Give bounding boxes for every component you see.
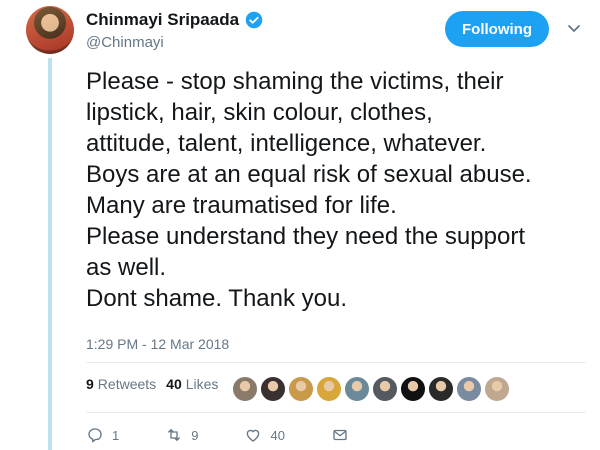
liker-avatar[interactable] [456, 376, 482, 402]
user-handle[interactable]: @Chinmayi [86, 34, 164, 51]
liker-avatar[interactable] [260, 376, 286, 402]
retweet-count: 9 [191, 427, 199, 443]
verified-badge-icon [245, 11, 263, 29]
display-name[interactable]: Chinmayi Sripaada [86, 10, 239, 30]
tweet-timestamp[interactable]: 1:29 PM - 12 Mar 2018 [86, 336, 229, 352]
divider [86, 412, 586, 413]
retweets-label: Retweets [97, 376, 157, 392]
liker-avatar[interactable] [344, 376, 370, 402]
retweets-stat[interactable]: 9 Retweets [86, 376, 156, 392]
likes-count: 40 [166, 376, 182, 392]
divider [86, 362, 586, 363]
retweet-icon [168, 429, 181, 441]
direct-message-button[interactable] [331, 426, 349, 444]
likes-stat[interactable]: 40 Likes [166, 376, 218, 392]
thread-line [48, 58, 52, 450]
tweet-stats: 9 Retweets 40 Likes [86, 376, 228, 392]
reply-icon [88, 428, 102, 443]
liker-avatar[interactable] [232, 376, 258, 402]
retweet-button[interactable]: 9 [165, 426, 198, 444]
liker-avatar[interactable] [288, 376, 314, 402]
envelope-icon [333, 429, 347, 441]
reply-count: 1 [112, 427, 120, 443]
chevron-down-icon[interactable] [566, 20, 582, 36]
retweets-count: 9 [86, 376, 94, 392]
heart-icon [247, 429, 260, 442]
likes-label: Likes [185, 376, 219, 392]
like-count: 40 [270, 427, 285, 443]
liker-avatar[interactable] [372, 376, 398, 402]
following-button[interactable]: Following [445, 11, 549, 47]
liker-avatar[interactable] [316, 376, 342, 402]
liker-avatar[interactable] [484, 376, 510, 402]
reply-button[interactable]: 1 [86, 426, 119, 444]
tweet-actions: 1 9 40 [86, 426, 349, 444]
likers-list [232, 376, 510, 402]
liker-avatar[interactable] [400, 376, 426, 402]
liker-avatar[interactable] [428, 376, 454, 402]
tweet-text: Please - stop shaming the victims, their… [86, 68, 532, 312]
avatar[interactable] [26, 6, 74, 54]
like-button[interactable]: 40 [244, 426, 285, 444]
author-name-row: Chinmayi Sripaada [86, 10, 263, 30]
